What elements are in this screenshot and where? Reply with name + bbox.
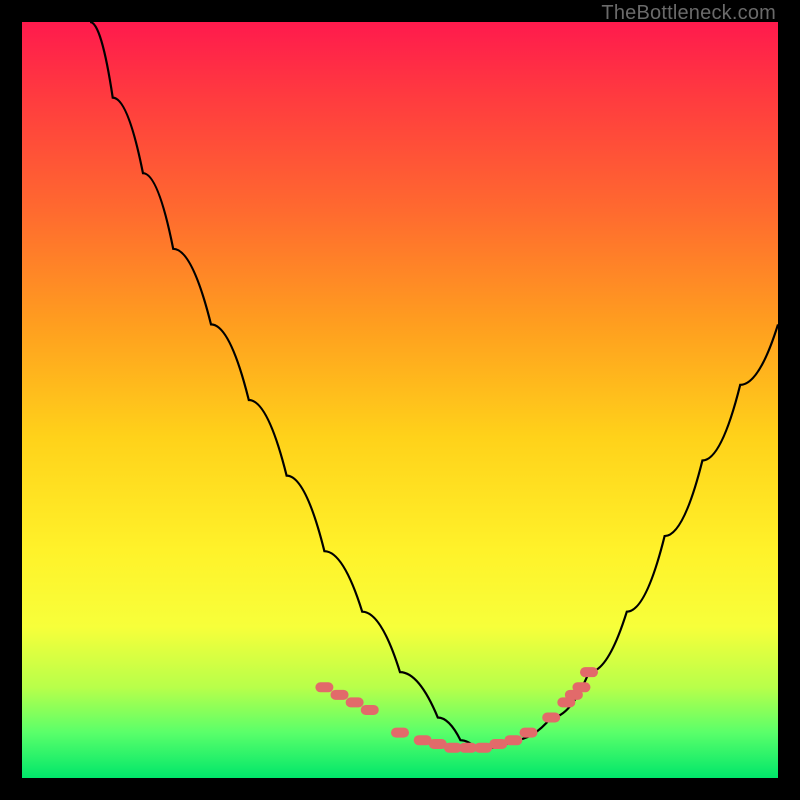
curve-marker bbox=[361, 705, 379, 715]
curve-marker bbox=[580, 667, 598, 677]
curve-marker bbox=[572, 682, 590, 692]
curve-marker bbox=[315, 682, 333, 692]
chart-frame bbox=[22, 22, 778, 778]
curve-marker bbox=[504, 735, 522, 745]
bottleneck-curve bbox=[22, 22, 778, 778]
watermark-text: TheBottleneck.com bbox=[601, 2, 776, 25]
curve-marker bbox=[391, 728, 409, 738]
curve-marker bbox=[520, 728, 538, 738]
curve-marker bbox=[331, 690, 349, 700]
curve-marker bbox=[346, 697, 364, 707]
curve-marker bbox=[542, 713, 560, 723]
